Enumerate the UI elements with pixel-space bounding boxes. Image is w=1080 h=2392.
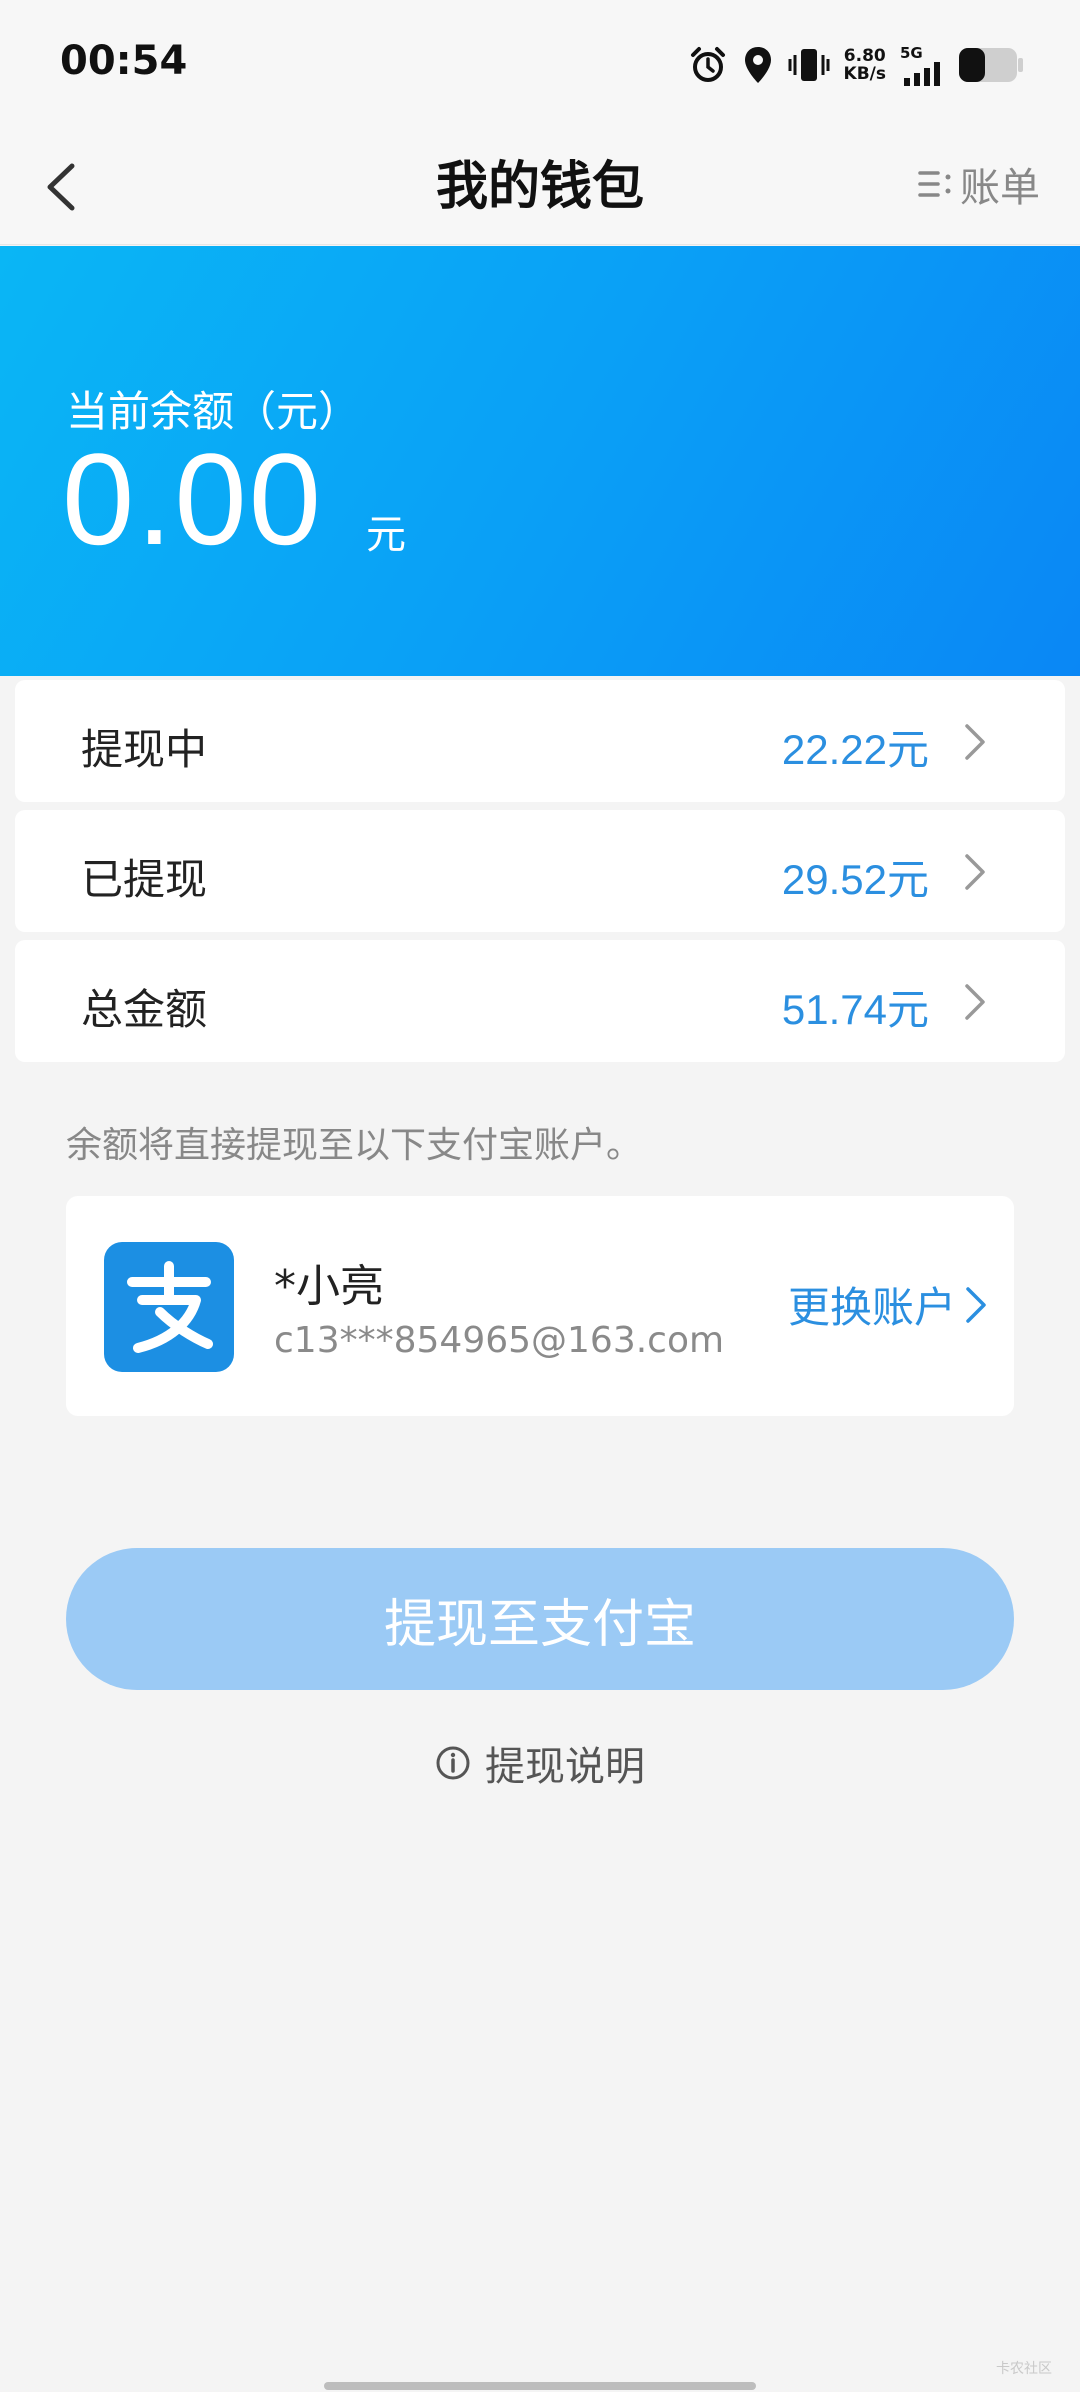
- watermark: 卡农社区: [996, 2361, 1052, 2377]
- change-account-label: 更换账户: [787, 1283, 956, 1332]
- status-time: 00:54: [60, 38, 188, 84]
- home-indicator[interactable]: [324, 2382, 756, 2390]
- withdraw-note: 余额将直接提现至以下支付宝账户。: [66, 1125, 643, 1166]
- signal-icon: [904, 62, 940, 86]
- status-bar: 00:54 6.80 KB/s 5G: [0, 0, 1080, 130]
- account-email: c13***854965@163.com: [274, 1320, 725, 1361]
- row-withdrawing[interactable]: 提现中 22.22元: [15, 680, 1065, 802]
- status-icons: 6.80 KB/s 5G: [688, 40, 1024, 90]
- row-label: 已提现: [81, 855, 208, 904]
- list-icon: [918, 171, 951, 197]
- net-speed: 6.80 KB/s: [844, 47, 886, 83]
- row-withdrawn[interactable]: 已提现 29.52元: [15, 810, 1065, 932]
- account-name: *小亮: [274, 1261, 384, 1312]
- row-value: 29.52元: [781, 856, 929, 903]
- alarm-icon: [690, 47, 725, 82]
- network-type: 5G: [900, 44, 923, 62]
- withdraw-info-link[interactable]: 提现说明: [0, 1734, 1080, 1792]
- row-label: 提现中: [81, 725, 208, 774]
- row-label: 总金额: [81, 985, 208, 1034]
- nav-bar: 我的钱包 账单: [0, 130, 1080, 245]
- vibrate-icon: [788, 49, 830, 81]
- row-value: 51.74元: [781, 986, 929, 1033]
- chevron-right-icon: [965, 984, 985, 1020]
- alipay-account-card: *小亮 c13***854965@163.com 更换账户: [66, 1196, 1014, 1416]
- chevron-right-icon: [965, 854, 985, 890]
- net-speed-unit: KB/s: [843, 64, 886, 84]
- bill-button[interactable]: 账单: [916, 154, 1040, 214]
- chevron-right-icon: [966, 1286, 986, 1323]
- change-account-button[interactable]: 更换账户: [788, 1274, 988, 1335]
- chevron-right-icon: [965, 724, 985, 760]
- info-icon: [436, 1746, 470, 1780]
- withdraw-info-label: 提现说明: [485, 1744, 645, 1790]
- balance-amount: 0.00: [62, 426, 324, 572]
- balance-header: 当前余额（元） 0.00 元: [0, 246, 1080, 676]
- row-total[interactable]: 总金额 51.74元: [15, 940, 1065, 1062]
- location-icon: [744, 47, 771, 83]
- row-value: 22.22元: [781, 726, 929, 773]
- alipay-logo: [104, 1242, 234, 1372]
- battery-icon: [959, 48, 1023, 82]
- bill-label: 账单: [960, 165, 1040, 211]
- balance-unit: 元: [366, 512, 406, 558]
- net-speed-value: 6.80: [843, 46, 886, 66]
- alipay-icon: [127, 1261, 213, 1353]
- withdraw-to-alipay-button[interactable]: 提现至支付宝: [66, 1548, 1014, 1690]
